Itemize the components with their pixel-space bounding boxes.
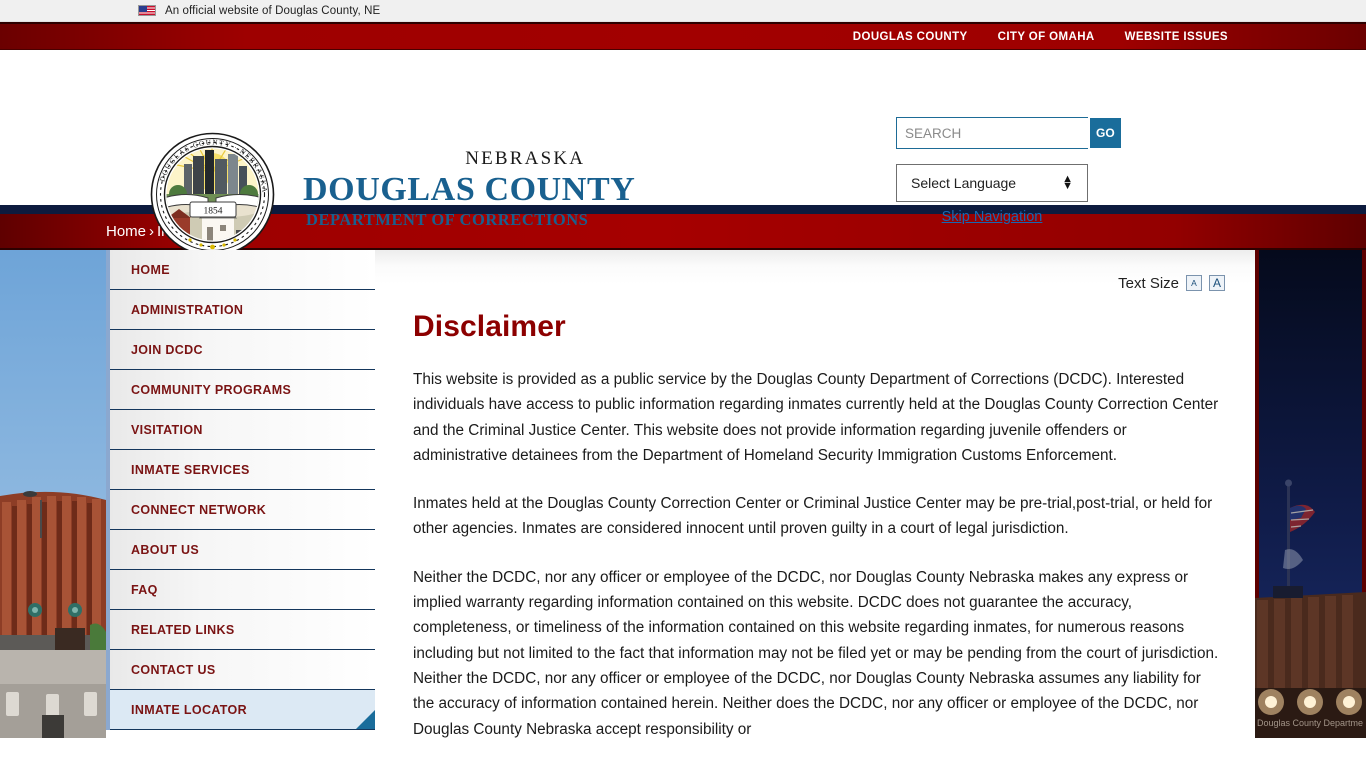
us-flag-icon (138, 5, 156, 16)
top-nav-link-website-issues[interactable]: WEBSITE ISSUES (1125, 31, 1228, 43)
sidebar-item-contact-us[interactable]: CONTACT US (110, 650, 375, 690)
flagpole-night-photo: Douglas County Departme (1255, 250, 1366, 738)
search-go-button[interactable]: GO (1090, 118, 1121, 148)
sidebar-item-administration[interactable]: ADMINISTRATION (110, 290, 375, 330)
sidebar-item-label: ABOUT US (131, 542, 200, 557)
sidebar-item-inmate-locator[interactable]: INMATE LOCATOR (110, 690, 375, 730)
body-area: Douglas County Departme HOME ADMINISTRAT… (0, 250, 1366, 738)
text-size-controls: Text Size A A (404, 272, 1225, 294)
search-input[interactable] (897, 118, 1090, 148)
sidebar-item-label: CONNECT NETWORK (131, 502, 267, 517)
masthead: 1854 DOUGLAS COUNTY · NEBRASKA NEBRASKA … (0, 50, 1366, 257)
sidebar-item-label: CONTACT US (131, 662, 216, 677)
title-department: DEPARTMENT OF CORRECTIONS (306, 209, 589, 229)
language-select[interactable]: Select Language ▲ ▼ (896, 164, 1088, 202)
sidebar-item-related-links[interactable]: RELATED LINKS (110, 610, 375, 650)
disclaimer-paragraph-1: This website is provided as a public ser… (413, 371, 1219, 464)
sidebar-nav: HOME ADMINISTRATION JOIN DCDC COMMUNITY … (106, 250, 375, 730)
sidebar-item-join-dcdc[interactable]: JOIN DCDC (110, 330, 375, 370)
skip-navigation-link[interactable]: Skip Navigation (896, 209, 1088, 225)
sidebar-item-label: ADMINISTRATION (131, 302, 244, 317)
sidebar-item-label: HOME (131, 262, 170, 277)
text-size-label: Text Size (1118, 274, 1179, 292)
douglas-county-seal-icon: 1854 DOUGLAS COUNTY · NEBRASKA (150, 132, 275, 257)
header-utilities: GO Select Language ▲▼ Skip Navigation (896, 117, 1121, 225)
sidebar-item-label: INMATE LOCATOR (131, 702, 248, 717)
sidebar-item-label: VISITATION (131, 422, 203, 437)
disclaimer-paragraph-2: Inmates held at the Douglas County Corre… (413, 495, 1213, 538)
gov-banner-text: An official website of Douglas County, N… (165, 4, 381, 17)
brick-building-daytime-photo (0, 250, 106, 738)
top-nav-link-douglas-county[interactable]: DOUGLAS COUNTY (853, 31, 968, 43)
main-content: Text Size A A Disclaimer This website is… (375, 250, 1255, 738)
top-nav-link-city-of-omaha[interactable]: CITY OF OMAHA (998, 31, 1095, 43)
text-size-decrease-button[interactable]: A (1186, 275, 1202, 291)
page-title: Disclaimer (413, 310, 566, 343)
sidebar-item-about-us[interactable]: ABOUT US (110, 530, 375, 570)
search-bar: GO (896, 117, 1121, 149)
sidebar-item-label: FAQ (131, 582, 158, 597)
breadcrumb-home-link[interactable]: Home (106, 223, 146, 240)
official-gov-banner: An official website of Douglas County, N… (0, 0, 1366, 22)
sidebar-item-label: JOIN DCDC (131, 342, 203, 357)
sidebar-item-inmate-services[interactable]: INMATE SERVICES (110, 450, 375, 490)
title-douglas-county: DOUGLAS COUNTY (303, 171, 636, 208)
sidebar-item-connect-network[interactable]: CONNECT NETWORK (110, 490, 375, 530)
sidebar-item-home[interactable]: HOME (110, 250, 375, 290)
top-utility-nav: DOUGLAS COUNTY CITY OF OMAHA WEBSITE ISS… (0, 22, 1366, 50)
language-select-value: Select Language (911, 175, 1017, 191)
sidebar-item-label: INMATE SERVICES (131, 462, 250, 477)
sidebar-item-label: RELATED LINKS (131, 622, 235, 637)
sidebar-item-community-programs[interactable]: COMMUNITY PROGRAMS (110, 370, 375, 410)
title-nebraska: NEBRASKA (465, 148, 586, 169)
sidebar-item-label: COMMUNITY PROGRAMS (131, 382, 292, 397)
sidebar-item-faq[interactable]: FAQ (110, 570, 375, 610)
photo-watermark-text: Douglas County Departme (1257, 718, 1363, 728)
site-title-block: NEBRASKA DOUGLAS COUNTY DEPARTMENT OF CO… (303, 149, 635, 230)
svg-text:1854: 1854 (204, 207, 223, 217)
updown-arrows-icon: ▲ ▼ (1062, 173, 1073, 192)
text-size-increase-button[interactable]: A (1209, 275, 1225, 291)
page-root: An official website of Douglas County, N… (0, 0, 1366, 768)
disclaimer-paragraph-3: Neither the DCDC, nor any officer or emp… (413, 568, 1219, 738)
sidebar-item-visitation[interactable]: VISITATION (110, 410, 375, 450)
